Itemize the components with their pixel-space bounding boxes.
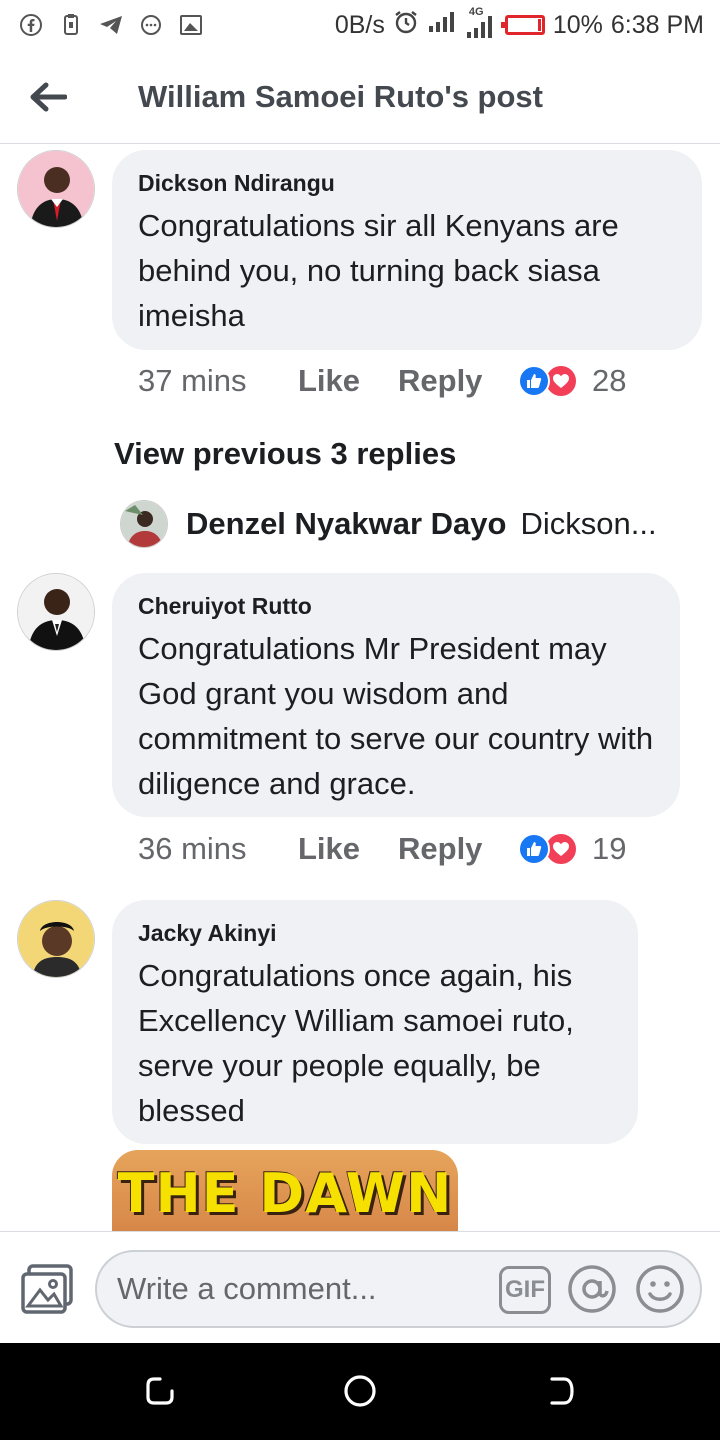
comment-bubble[interactable]: Dickson Ndirangu Congratulations sir all… [112, 150, 702, 350]
comment-image-attachment[interactable]: THE DAWN [112, 1150, 458, 1231]
signal-icon [427, 10, 457, 41]
gif-button[interactable]: GIF [499, 1266, 551, 1314]
comment-bubble[interactable]: Jacky Akinyi Congratulations once again,… [112, 900, 638, 1144]
at-sign-icon [568, 1265, 616, 1313]
avatar[interactable] [17, 573, 95, 651]
comment-input[interactable] [117, 1252, 487, 1326]
comment-time: 36 mins [138, 831, 247, 866]
photo-icon [21, 1264, 73, 1314]
network-speed: 0B/s [334, 10, 385, 39]
comment-author[interactable]: Cheruiyot Rutto [138, 593, 654, 620]
emoji-button[interactable] [635, 1264, 685, 1314]
system-navigation-bar [0, 1343, 720, 1440]
reactions-summary[interactable]: 19 [518, 831, 626, 867]
comment-bubble[interactable]: Cheruiyot Rutto Congratulations Mr Presi… [112, 573, 680, 817]
status-system-info: 0B/s 4G 10% 6:38 PM [334, 6, 704, 42]
like-button[interactable]: Like [298, 831, 398, 867]
avatar[interactable] [17, 150, 95, 228]
reply-snippet: Dickson... [520, 506, 657, 541]
reply-button[interactable]: Reply [398, 363, 518, 399]
comment-author[interactable]: Jacky Akinyi [138, 920, 612, 947]
thumbs-up-icon [518, 833, 550, 865]
battery-level [537, 19, 541, 31]
reaction-count: 28 [592, 363, 627, 398]
telegram-notification-icon [98, 12, 124, 38]
home-button[interactable] [340, 1371, 380, 1411]
status-bar: 0B/s 4G 10% 6:38 PM [0, 0, 720, 50]
reaction-count: 19 [592, 831, 627, 866]
comment-text: Congratulations Mr President may God gra… [138, 631, 654, 801]
thumbs-up-icon [518, 365, 550, 397]
comment-text: Congratulations sir all Kenyans are behi… [138, 208, 619, 333]
arrow-left-icon [30, 82, 67, 111]
comment-author[interactable]: Dickson Ndirangu [138, 170, 676, 197]
facebook-notification-icon [18, 12, 44, 38]
page-title: William Samoei Ruto's post [138, 78, 543, 114]
avatar[interactable] [120, 500, 168, 548]
add-photo-button[interactable] [20, 1264, 74, 1316]
back-button[interactable] [0, 50, 96, 144]
avatar[interactable] [17, 900, 95, 978]
post-header: William Samoei Ruto's post [0, 50, 720, 144]
messenger-notification-icon [138, 12, 164, 38]
comment-actions: 37 mins Like Reply 28 [138, 363, 626, 399]
reactions-summary[interactable]: 28 [518, 363, 626, 399]
view-previous-replies-link[interactable]: View previous 3 replies [114, 436, 456, 472]
battery-percent: 10% [552, 10, 603, 39]
status-notification-icons [18, 12, 204, 38]
gallery-notification-icon [178, 12, 204, 38]
comment-text: Congratulations once again, his Excellen… [138, 958, 574, 1128]
like-button[interactable]: Like [298, 363, 398, 399]
back-nav-button[interactable] [540, 1371, 580, 1411]
reply-button[interactable]: Reply [398, 831, 518, 867]
home-circle-icon [344, 1375, 376, 1407]
smiley-icon [636, 1265, 684, 1313]
comment-input-container[interactable]: GIF [95, 1250, 702, 1328]
recents-icon [146, 1377, 174, 1405]
reply-author[interactable]: Denzel Nyakwar Dayo [186, 506, 506, 542]
battery-icon [500, 15, 545, 35]
clock: 6:38 PM [610, 10, 704, 39]
back-nav-icon [550, 1377, 574, 1405]
recents-button[interactable] [140, 1371, 180, 1411]
comment-time: 37 mins [138, 363, 247, 398]
mention-button[interactable] [567, 1264, 617, 1314]
comment-actions: 36 mins Like Reply 19 [138, 831, 626, 867]
comment-composer: GIF [0, 1231, 720, 1343]
signal-4g-icon: 4G [465, 6, 497, 40]
clipboard-notification-icon [58, 12, 84, 38]
attachment-caption: THE DAWN [117, 1162, 453, 1225]
alarm-icon [393, 9, 419, 42]
reply-preview[interactable]: Denzel Nyakwar Dayo Dickson... [120, 500, 700, 548]
comments-list[interactable]: Dickson Ndirangu Congratulations sir all… [0, 145, 720, 1231]
